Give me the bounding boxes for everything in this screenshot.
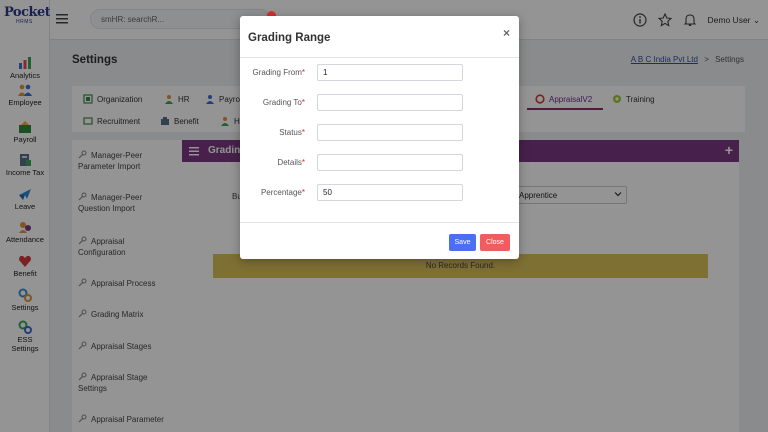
save-button[interactable]: Save (449, 234, 476, 251)
grading-to-input[interactable] (317, 94, 463, 111)
modal-divider (240, 57, 519, 58)
close-icon[interactable]: × (503, 26, 510, 40)
grading-from-input[interactable] (317, 64, 463, 81)
grading-range-modal: Grading Range × Grading From* Grading To… (240, 16, 519, 259)
modal-title: Grading Range (248, 32, 331, 44)
grading-from-row: Grading From* (240, 64, 519, 82)
details-label: Details* (277, 158, 305, 167)
grading-to-label: Grading To* (262, 98, 305, 107)
close-button[interactable]: Close (480, 234, 510, 251)
grading-to-row: Grading To* (240, 94, 519, 112)
grading-from-label: Grading From* (252, 68, 305, 77)
percentage-row: Percentage* (240, 184, 519, 202)
status-row: Status* (240, 124, 519, 142)
percentage-label: Percentage* (260, 188, 305, 197)
percentage-input[interactable] (317, 184, 463, 201)
details-input[interactable] (317, 154, 463, 171)
details-row: Details* (240, 154, 519, 172)
modal-divider (240, 222, 519, 223)
status-label: Status* (279, 128, 305, 137)
status-input[interactable] (317, 124, 463, 141)
